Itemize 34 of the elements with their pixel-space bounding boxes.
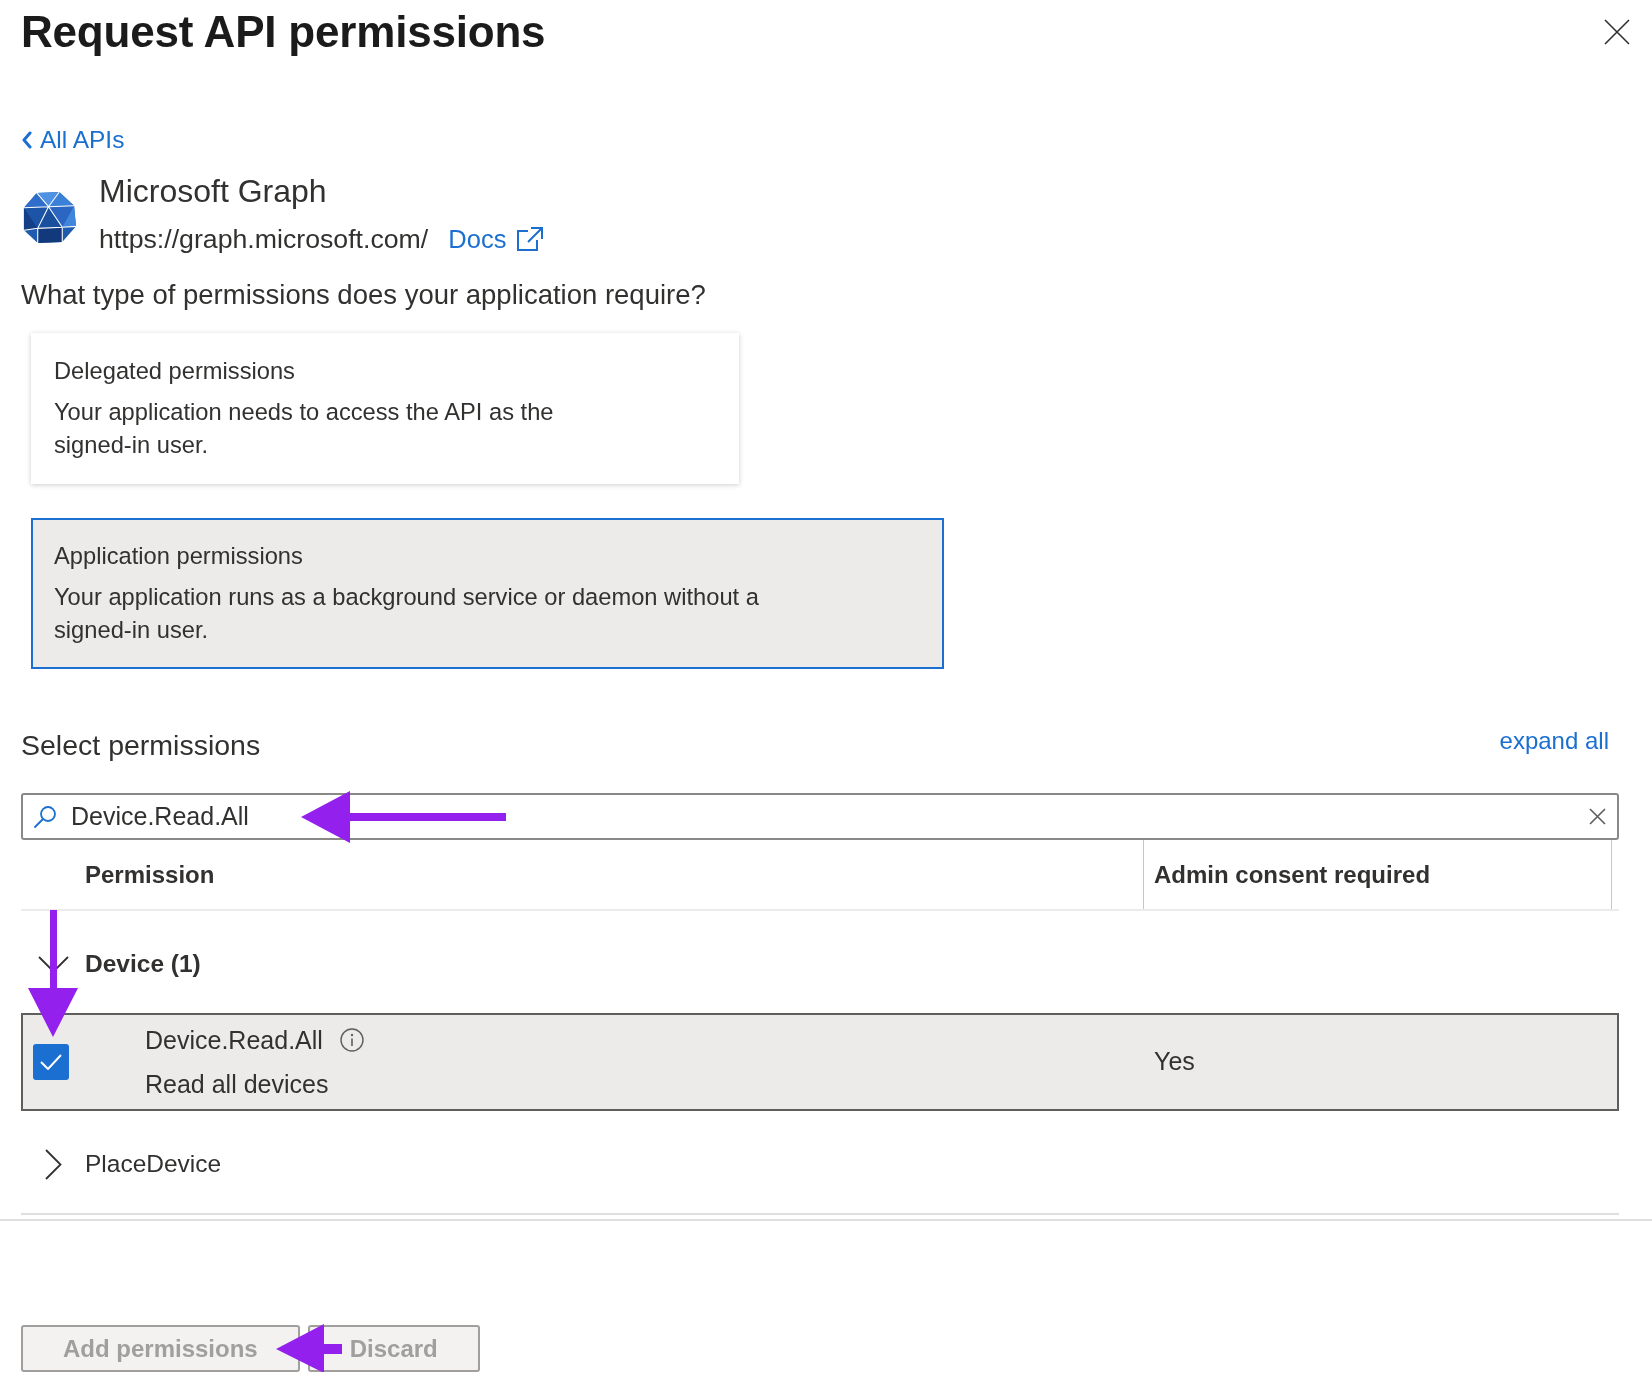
clear-icon[interactable]	[1589, 808, 1606, 825]
permission-type-title: Application permissions	[54, 542, 304, 571]
permission-description: Read all devices	[145, 1069, 330, 1100]
close-icon[interactable]	[1604, 19, 1630, 45]
check-icon	[40, 1054, 62, 1070]
permission-group-label[interactable]: PlaceDevice	[85, 1145, 222, 1183]
checkbox[interactable]	[33, 1044, 69, 1080]
search-field[interactable]: Device.Read.All	[21, 793, 1619, 840]
polyhedron-icon	[22, 190, 77, 245]
permission-type-title: Delegated permissions	[54, 357, 296, 386]
permission-type-card[interactable]: Delegated permissions Your application needs to access the API as the signed-in user.	[31, 333, 739, 484]
info-icon[interactable]	[339, 1028, 364, 1052]
api-name: Microsoft Graph	[99, 172, 328, 211]
chevron-right-icon[interactable]	[44, 1148, 62, 1180]
column-header: Admin consent required	[1144, 840, 1612, 909]
search-icon	[33, 805, 57, 829]
admin-consent-value: Yes	[1153, 1046, 1195, 1078]
all-apis-link[interactable]: All APIs	[21, 124, 125, 156]
permission-row[interactable]: Device.Read.All Read all devices Yes	[21, 1013, 1619, 1111]
api-url: https://graph.microsoft.com/	[99, 223, 429, 256]
permission-type-card[interactable]: Application permissions Your application runs as a background service or daemon without a signed-in user.	[31, 518, 944, 669]
select-permissions-heading: Select permissions	[21, 728, 261, 763]
column-header: Permission	[85, 840, 1144, 909]
annotation-arrow	[276, 1324, 342, 1372]
chevron-left-icon	[21, 131, 32, 149]
permissions-question: What type of permissions does your application require?	[21, 278, 707, 312]
docs-link[interactable]: Docs	[448, 222, 545, 256]
permission-name: Device.Read.All	[145, 1025, 323, 1056]
permission-type-description: Your application needs to access the API as the signed-in user.	[54, 398, 554, 460]
permission-type-description: Your application runs as a background service or daemon without a signed-in user.	[54, 583, 759, 645]
external-link-icon	[516, 226, 545, 252]
permission-group-label[interactable]: Device (1)	[85, 945, 201, 983]
expand-all-link[interactable]: expand all	[1499, 725, 1609, 757]
panel-title: Request API permissions	[21, 6, 546, 58]
